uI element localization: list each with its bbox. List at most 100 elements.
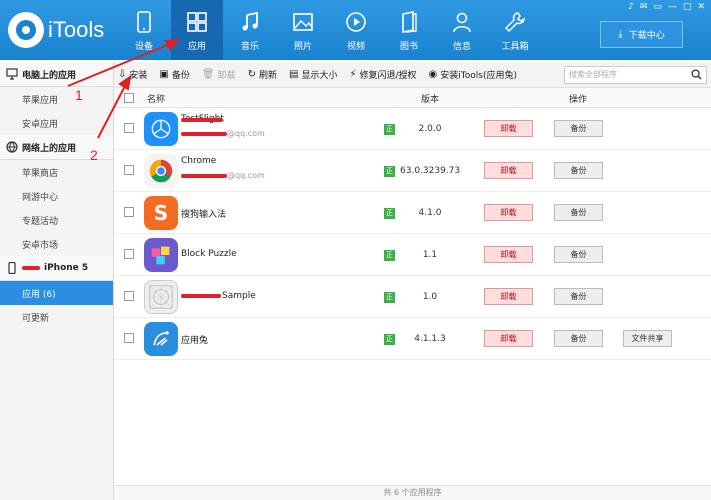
row-checkbox[interactable] xyxy=(124,123,134,133)
backup-button[interactable]: 备份 xyxy=(554,204,603,221)
genuine-badge: 正 xyxy=(384,208,395,219)
uninstall-button[interactable]: 卸载 xyxy=(484,162,533,179)
refresh-icon: ↻ xyxy=(247,69,256,80)
wrench-icon xyxy=(500,8,530,36)
redacted-text xyxy=(181,131,227,136)
fix-crash-button[interactable]: ⚡ 修复闪退/授权 xyxy=(349,68,416,81)
backup-button[interactable]: 备份 xyxy=(554,162,603,179)
nav-label: 设备 xyxy=(134,42,153,52)
download-center-label: 下载中心 xyxy=(628,31,665,41)
search-placeholder: 搜索全部程序 xyxy=(569,70,617,79)
sidebar-item-apple-apps[interactable]: 苹果应用 xyxy=(0,87,113,111)
table-row[interactable]: S 搜狗输入法 正 4.1.0 卸载 备份 xyxy=(114,192,711,234)
nav-photos[interactable]: 照片 xyxy=(277,0,329,60)
sidebar-item-android-market[interactable]: 安卓市场 xyxy=(0,232,113,256)
sidebar-item-apple-store[interactable]: 苹果商店 xyxy=(0,160,113,184)
row-checkbox[interactable] xyxy=(124,165,134,175)
col-name: 名称 xyxy=(147,95,166,105)
sidebar-item-special-events[interactable]: 专题活动 xyxy=(0,208,113,232)
install-label: 安装 xyxy=(129,71,148,81)
skin-icon[interactable]: ♪ xyxy=(628,2,634,12)
app-version: 4.1.1.3 xyxy=(414,334,446,344)
backup-button[interactable]: 备份 xyxy=(554,246,603,263)
table-row[interactable]: Block Puzzle 正 1.1 卸载 备份 xyxy=(114,234,711,276)
sidebar-item-game-center[interactable]: 网游中心 xyxy=(0,184,113,208)
nav-toolbox[interactable]: 工具箱 xyxy=(489,0,541,60)
fix-crash-label: 修复闪退/授权 xyxy=(359,71,417,81)
apps-grid-icon xyxy=(182,8,212,36)
file-share-button[interactable]: 文件共享 xyxy=(623,330,672,347)
nav-apps[interactable]: 应用 xyxy=(171,0,223,60)
nav-label: 图书 xyxy=(399,42,418,52)
close-icon[interactable]: ✕ xyxy=(697,2,705,12)
nav-books[interactable]: 图书 xyxy=(383,0,435,60)
nav-info[interactable]: 信息 xyxy=(436,0,488,60)
main-nav: 设备 应用 音乐 照片 视频 图书 信息 工具箱 xyxy=(118,0,542,60)
backup-button[interactable]: 备份 xyxy=(554,330,603,347)
sidebar-head-net-apps[interactable]: 网络上的应用 xyxy=(0,135,113,160)
sidebar-item-device-apps[interactable]: 应用 (6) xyxy=(0,281,113,305)
app-account: @qq.com xyxy=(181,171,265,180)
nav-label: 工具箱 xyxy=(501,42,529,52)
backup-button[interactable]: ▣ 备份 xyxy=(159,68,189,81)
nav-music[interactable]: 音乐 xyxy=(224,0,276,60)
backup-button[interactable]: 备份 xyxy=(554,120,603,137)
menu-icon[interactable]: ▭ xyxy=(653,2,662,12)
block-puzzle-icon xyxy=(144,238,178,272)
show-size-label: 显示大小 xyxy=(301,71,338,81)
table-row[interactable]: Sample 正 1.0 卸载 备份 xyxy=(114,276,711,318)
backup-label: 备份 xyxy=(171,71,190,81)
message-icon[interactable]: ✉ xyxy=(640,2,648,12)
row-checkbox[interactable] xyxy=(124,291,134,301)
uninstall-button[interactable]: 卸载 xyxy=(484,288,533,305)
uninstall-button[interactable]: 🗑 卸载 xyxy=(202,68,236,81)
lightning-icon: ⚡ xyxy=(349,69,357,80)
save-icon: ▣ xyxy=(159,69,169,80)
logo: iTools xyxy=(8,12,104,48)
uninstall-button[interactable]: 卸载 xyxy=(484,120,533,137)
table-row[interactable]: 应用兔 正 4.1.1.3 卸载 备份 文件共享 xyxy=(114,318,711,360)
install-itools-button[interactable]: ◉ 安装iTools(应用兔) xyxy=(429,68,517,81)
nav-video[interactable]: 视频 xyxy=(330,0,382,60)
row-checkbox[interactable] xyxy=(124,207,134,217)
phone-icon xyxy=(129,8,159,36)
select-all-checkbox[interactable] xyxy=(124,93,134,103)
refresh-button[interactable]: ↻ 刷新 xyxy=(248,68,277,81)
sidebar-item-android-apps[interactable]: 安卓应用 xyxy=(0,111,113,135)
book-icon xyxy=(394,8,424,36)
sample-app-icon xyxy=(144,280,178,314)
uninstall-button[interactable]: 卸载 xyxy=(484,246,533,263)
genuine-badge: 正 xyxy=(384,250,395,261)
genuine-badge: 正 xyxy=(384,292,395,303)
search-input[interactable]: 搜索全部程序 xyxy=(564,66,707,84)
table-row[interactable]: Chrome @qq.com 正 63.0.3239.73 卸载 备份 xyxy=(114,150,711,192)
sidebar-item-updatable[interactable]: 可更新 xyxy=(0,305,113,329)
chrome-icon xyxy=(144,154,178,188)
row-checkbox[interactable] xyxy=(124,333,134,343)
nav-device[interactable]: 设备 xyxy=(118,0,170,60)
sidebar-head-device[interactable]: iPhone 5 xyxy=(0,256,113,281)
app-name: Block Puzzle xyxy=(181,249,237,259)
download-center-button[interactable]: ⤓ 下载中心 xyxy=(600,21,683,48)
install-button[interactable]: ⇩ 安装 xyxy=(118,68,147,81)
table-row[interactable]: TestFlight @qq.com 正 2.0.0 卸载 备份 xyxy=(114,108,711,150)
redacted-text xyxy=(181,173,227,178)
uninstall-button[interactable]: 卸载 xyxy=(484,330,533,347)
maximize-icon[interactable]: ▢ xyxy=(683,2,692,12)
show-size-button[interactable]: ▤ 显示大小 xyxy=(289,68,337,81)
toolbar: ⇩ 安装 ▣ 备份 🗑 卸载 ↻ 刷新 ▤ 显示大小 ⚡ 修复闪退/授权 ◉ 安装iTools… xyxy=(114,62,711,88)
sidebar-head-pc-apps[interactable]: 电脑上的应用 xyxy=(0,62,113,87)
backup-button[interactable]: 备份 xyxy=(554,288,603,305)
minimize-icon[interactable]: — xyxy=(668,2,677,12)
search-icon[interactable] xyxy=(691,69,702,80)
app-name: Sample xyxy=(181,291,256,301)
download-icon: ⤓ xyxy=(618,29,623,40)
uninstall-button[interactable]: 卸载 xyxy=(484,204,533,221)
table-header: 名称 版本 操作 xyxy=(114,88,711,108)
nav-label: 照片 xyxy=(293,42,312,52)
nav-label: 音乐 xyxy=(240,42,259,52)
itools-logo-icon xyxy=(8,12,44,48)
trash-icon: 🗑 xyxy=(201,69,215,80)
row-checkbox[interactable] xyxy=(124,249,134,259)
app-version: 63.0.3239.73 xyxy=(400,166,461,176)
